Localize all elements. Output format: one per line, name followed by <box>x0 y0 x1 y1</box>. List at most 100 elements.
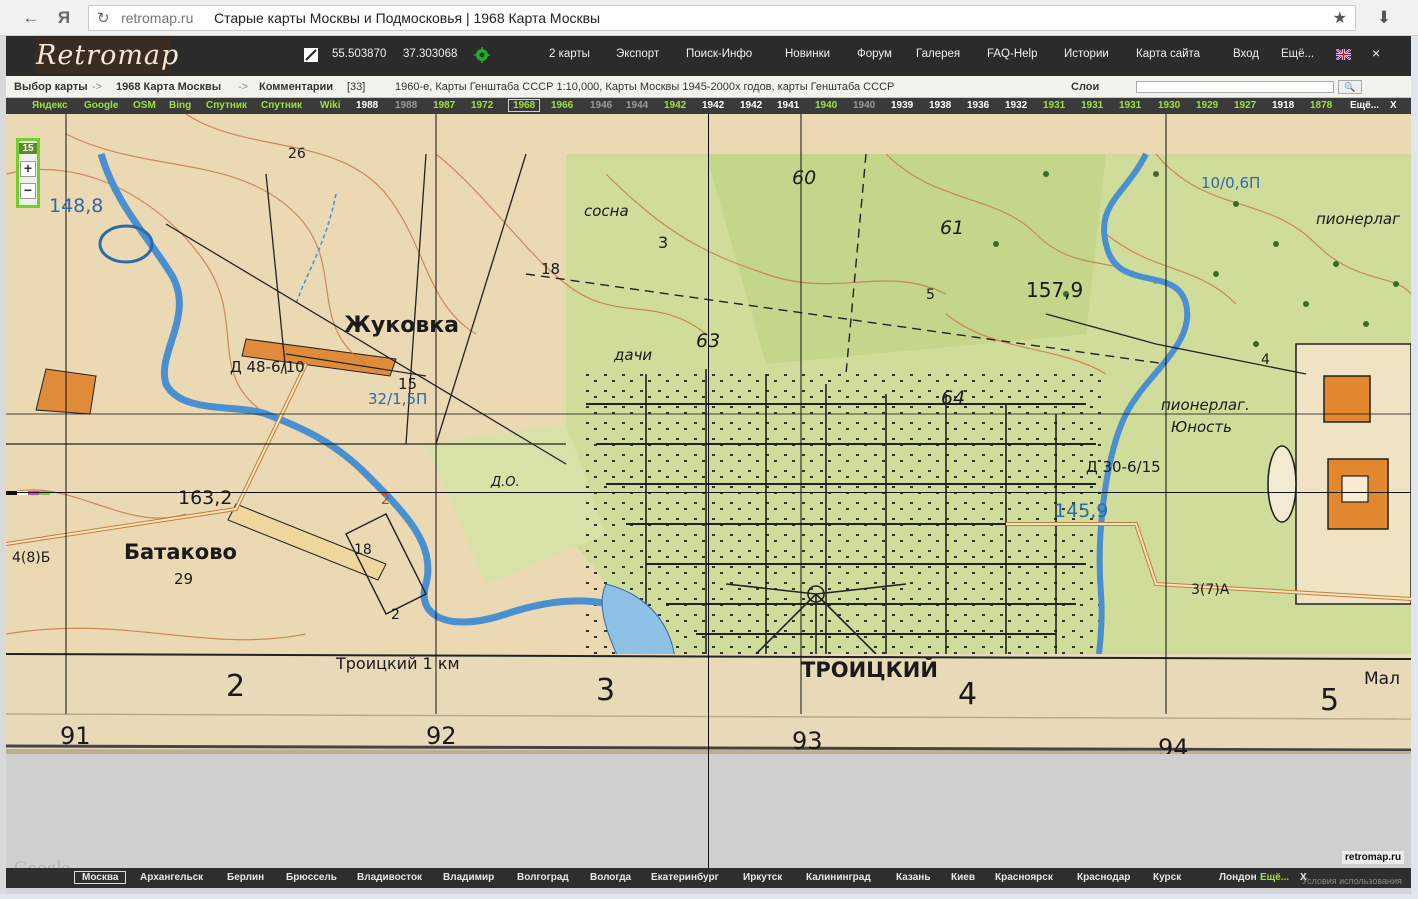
layer-option[interactable]: 1930 <box>1158 100 1180 111</box>
layer-option[interactable]: Ещё... <box>1350 100 1379 111</box>
city-link[interactable]: Киев <box>951 872 975 883</box>
nav-new[interactable]: Новинки <box>785 48 830 60</box>
grid-x-label: 94 <box>1158 734 1189 754</box>
layer-option[interactable]: Bing <box>169 100 191 111</box>
city-link[interactable]: Архангельск <box>140 872 203 883</box>
layer-option[interactable]: 1878 <box>1310 100 1332 111</box>
label-pionerlag: пионерлаг. <box>1161 396 1250 414</box>
layer-bar-close-icon[interactable]: X <box>1390 100 1397 111</box>
layer-option[interactable]: 1987 <box>433 100 455 111</box>
layer-option[interactable]: 1946 <box>590 100 612 111</box>
city-link[interactable]: Берлин <box>227 872 264 883</box>
city-link[interactable]: Екатеринбург <box>651 872 719 883</box>
search-icon[interactable]: 🔍 <box>1338 80 1362 94</box>
back-arrow-icon[interactable]: ← <box>20 7 42 29</box>
map-number: 2 <box>391 607 400 623</box>
layer-option[interactable]: 1988 <box>356 100 378 111</box>
layer-option[interactable]: 1931 <box>1043 100 1065 111</box>
reload-icon[interactable]: ↻ <box>97 9 110 27</box>
zoom-in-button[interactable]: + <box>20 161 36 177</box>
layer-option[interactable]: Яндекс <box>32 100 68 111</box>
city-link[interactable]: Владимир <box>443 872 494 883</box>
yandex-icon[interactable]: Я <box>53 7 75 29</box>
locate-icon[interactable] <box>474 47 490 63</box>
road-label: 4 <box>1261 352 1270 368</box>
city-link[interactable]: Калининград <box>806 872 871 883</box>
crosshair-horizontal <box>6 492 1411 493</box>
city-link[interactable]: Красноярск <box>995 872 1053 883</box>
breadcrumb-comments[interactable]: Комментарии <box>259 81 333 93</box>
city-link[interactable]: Вологда <box>590 872 631 883</box>
city-link[interactable]: Краснодар <box>1077 872 1130 883</box>
layer-option[interactable]: 1988 <box>395 100 417 111</box>
layer-option[interactable]: 1931 <box>1081 100 1103 111</box>
ruler-icon[interactable] <box>303 47 319 63</box>
layer-option[interactable]: Wiki <box>320 100 340 111</box>
layer-search-input[interactable] <box>1136 81 1334 93</box>
download-icon[interactable]: ⬇ <box>1373 7 1395 29</box>
layer-option[interactable]: 1968 <box>508 99 541 112</box>
layer-option[interactable]: Google <box>84 100 118 111</box>
nav-export[interactable]: Экспорт <box>616 48 659 60</box>
city-link[interactable]: Брюссель <box>286 872 337 883</box>
nav-sitemap[interactable]: Карта сайта <box>1136 48 1200 60</box>
road-label: 4(8)Б <box>12 550 50 566</box>
forest-area <box>706 154 1106 364</box>
layer-option[interactable]: 1927 <box>1234 100 1256 111</box>
layer-option[interactable]: 1941 <box>777 100 799 111</box>
zoom-out-button[interactable]: − <box>20 183 36 199</box>
map-number: 26 <box>288 146 306 162</box>
uk-flag-icon[interactable] <box>1336 49 1351 60</box>
nav-login[interactable]: Вход <box>1233 48 1259 60</box>
site-logo[interactable]: Retromap <box>36 38 178 74</box>
layer-option[interactable]: 1942 <box>702 100 724 111</box>
layer-option[interactable]: 1940 <box>853 100 875 111</box>
layer-option[interactable]: Спутник <box>261 100 302 111</box>
browser-window: ← Я ↻ retromap.ru Старые карты Москвы и … <box>0 0 1418 899</box>
city-link[interactable]: Москва <box>74 871 127 884</box>
nav-two-maps[interactable]: 2 карты <box>549 48 590 60</box>
nav-stories[interactable]: Истории <box>1064 48 1109 60</box>
layer-option[interactable]: 1939 <box>891 100 913 111</box>
layer-option[interactable]: 1932 <box>1005 100 1027 111</box>
map-number: 2 <box>381 492 390 508</box>
layer-option[interactable]: 1931 <box>1119 100 1141 111</box>
city-link[interactable]: Лондон <box>1219 872 1257 883</box>
label-sosna: сосна <box>584 202 629 220</box>
layer-option[interactable]: 1940 <box>815 100 837 111</box>
city-link[interactable]: Казань <box>896 872 931 883</box>
breadcrumb-map-name[interactable]: 1968 Карта Москвы <box>116 81 221 93</box>
city-link[interactable]: Волгоград <box>517 872 569 883</box>
page-title: Старые карты Москвы и Подмосковья | 1968… <box>214 10 601 26</box>
layer-option[interactable]: 1944 <box>626 100 648 111</box>
city-link[interactable]: Иркутск <box>743 872 782 883</box>
breadcrumb-choose-map[interactable]: Выбор карты <box>14 81 88 93</box>
nav-search-info[interactable]: Поиск-Инфо <box>686 48 752 60</box>
layer-option[interactable]: 1938 <box>929 100 951 111</box>
layer-option[interactable]: 1918 <box>1272 100 1294 111</box>
browser-toolbar: ← Я ↻ retromap.ru Старые карты Москвы и … <box>0 0 1418 36</box>
layer-option[interactable]: 1972 <box>471 100 493 111</box>
bookmark-star-icon[interactable]: ★ <box>1333 8 1347 28</box>
layer-option[interactable]: OSM <box>133 100 156 111</box>
terms-of-use[interactable]: Условия использования <box>1302 876 1402 886</box>
layer-option[interactable]: 1966 <box>551 100 573 111</box>
city-link[interactable]: Владивосток <box>357 872 422 883</box>
elevation-mark: 157,9 <box>1026 278 1083 302</box>
layer-option[interactable]: 1942 <box>740 100 762 111</box>
layer-option[interactable]: 1942 <box>664 100 686 111</box>
nav-forum[interactable]: Форум <box>857 48 892 60</box>
address-bar[interactable]: ↻ retromap.ru Старые карты Москвы и Подм… <box>88 5 1356 31</box>
nav-faq[interactable]: FAQ-Help <box>987 48 1038 60</box>
layer-option[interactable]: 1929 <box>1196 100 1218 111</box>
nav-more[interactable]: Ещё... <box>1281 48 1314 60</box>
layer-option[interactable]: Спутник <box>206 100 247 111</box>
city-link[interactable]: Курск <box>1153 872 1181 883</box>
site-watermark[interactable]: retromap.ru <box>1342 851 1405 864</box>
nav-gallery[interactable]: Галерея <box>916 48 960 60</box>
layer-option[interactable]: 1936 <box>967 100 989 111</box>
close-icon[interactable]: × <box>1372 45 1380 61</box>
city-more-link[interactable]: Ещё... <box>1260 872 1289 883</box>
grid-y-label: 4 <box>958 677 977 712</box>
bridge-label: Д 48-6/10 <box>230 358 305 376</box>
